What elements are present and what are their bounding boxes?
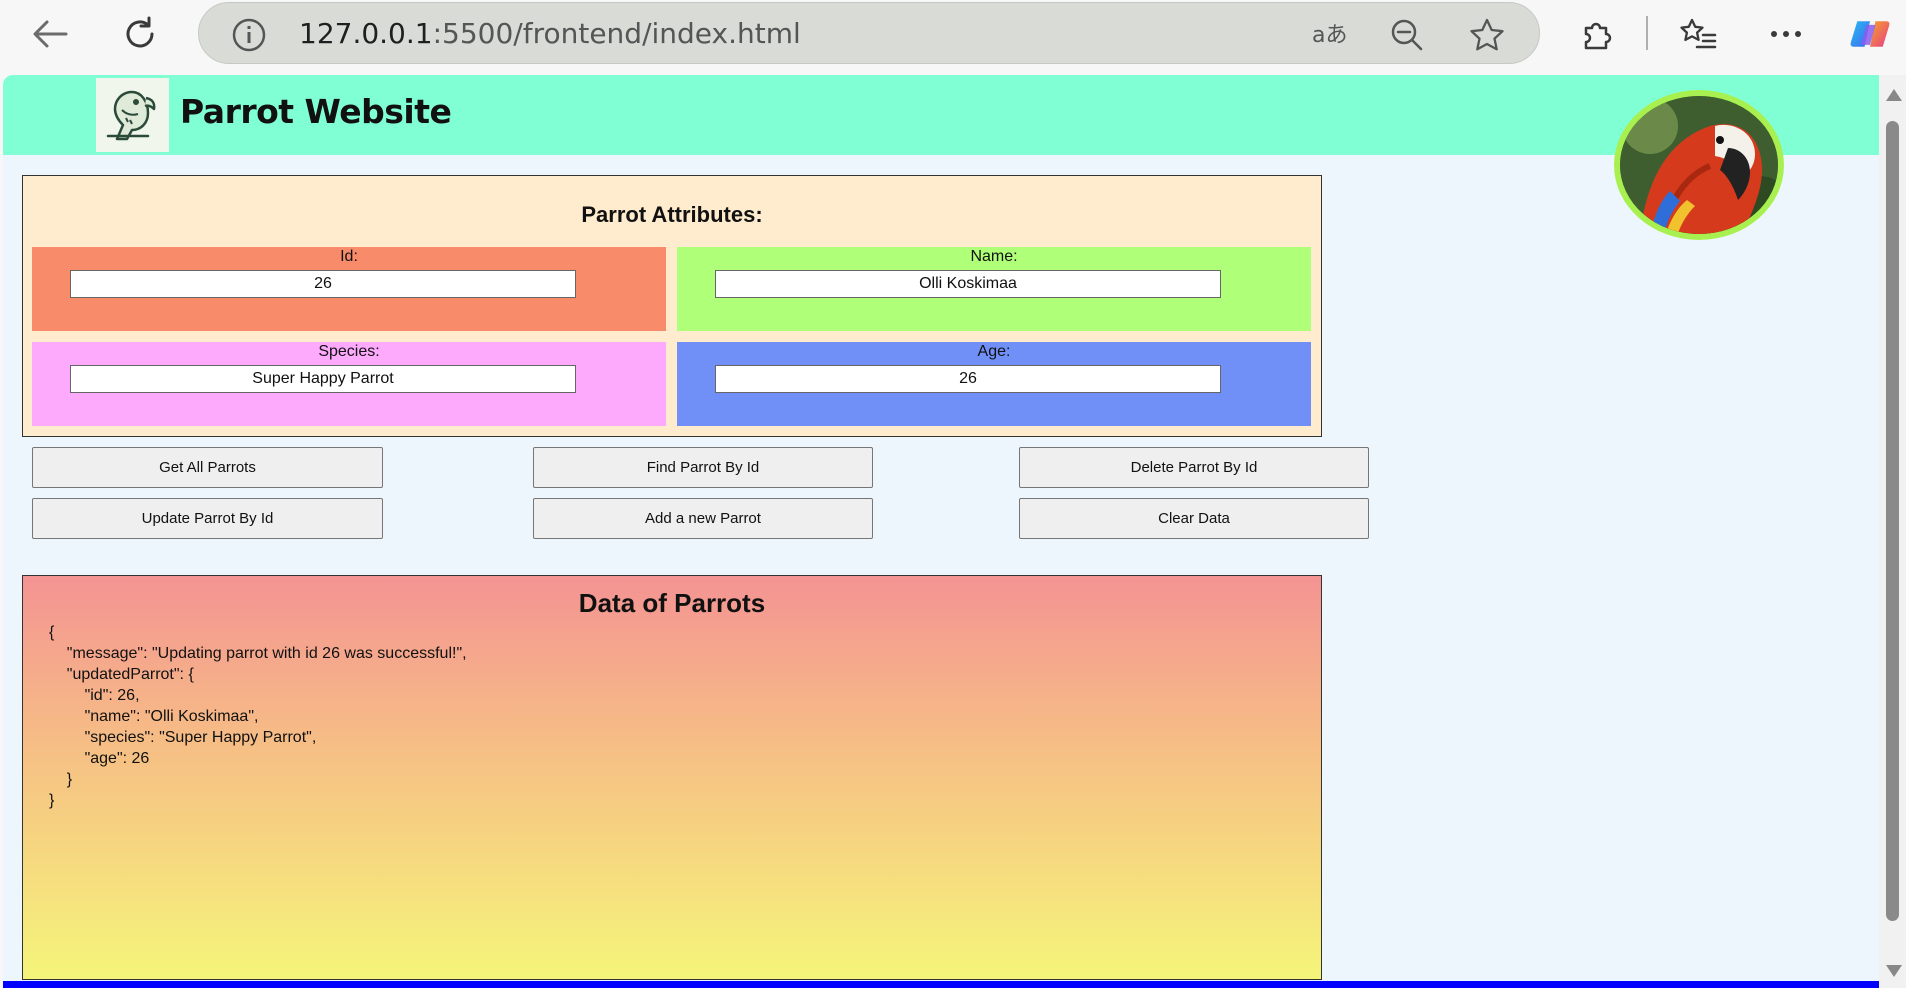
parrot-avatar [1614, 90, 1784, 240]
parrot-logo-icon [96, 78, 169, 152]
url-text: 127.0.0.1:5500/frontend/index.html [299, 17, 801, 50]
extensions-icon[interactable] [1578, 14, 1618, 54]
age-label: Age: [977, 343, 1011, 360]
scroll-down-arrow-icon[interactable] [1886, 965, 1902, 977]
back-icon[interactable] [30, 14, 70, 54]
name-field-box: Name: [677, 247, 1311, 331]
id-field-box: Id: [32, 247, 666, 331]
age-input[interactable] [715, 365, 1221, 393]
favorites-list-icon[interactable] [1678, 14, 1718, 54]
scroll-up-arrow-icon[interactable] [1886, 89, 1902, 101]
data-json-output: { "message": "Updating parrot with id 26… [49, 624, 467, 809]
find-parrot-by-id-button[interactable]: Find Parrot By Id [533, 447, 873, 488]
name-input[interactable] [715, 270, 1221, 298]
update-parrot-by-id-button[interactable]: Update Parrot By Id [32, 498, 383, 539]
add-new-parrot-button[interactable]: Add a new Parrot [533, 498, 873, 539]
zoom-out-icon[interactable] [1389, 17, 1425, 53]
favorite-star-icon[interactable] [1469, 17, 1505, 53]
more-options-icon[interactable] [1766, 14, 1806, 54]
get-all-parrots-button[interactable]: Get All Parrots [32, 447, 383, 488]
parrot-attributes-panel: Parrot Attributes: Id: Name: Species: Ag… [22, 175, 1322, 437]
site-title: Parrot Website [180, 92, 452, 131]
attributes-title: Parrot Attributes: [581, 202, 763, 227]
id-label: Id: [340, 248, 358, 265]
data-title: Data of Parrots [578, 588, 766, 618]
address-bar[interactable]: 127.0.0.1:5500/frontend/index.html aあ [198, 2, 1540, 64]
site-header: Parrot Website [3, 75, 1879, 155]
species-label: Species: [318, 343, 380, 360]
species-field-box: Species: [32, 342, 666, 426]
id-input[interactable] [70, 270, 576, 298]
clear-data-button[interactable]: Clear Data [1019, 498, 1369, 539]
name-label: Name: [970, 248, 1018, 265]
page-scrollbar[interactable] [1879, 75, 1906, 988]
info-icon[interactable] [231, 17, 267, 53]
page-viewport: Parrot Website Parrot Attributes: Id: Na… [3, 75, 1879, 988]
toolbar-divider [1646, 16, 1648, 50]
data-of-parrots-panel: Data of Parrots { "message": "Updating p… [22, 575, 1322, 980]
url-host: 127.0.0.1 [299, 17, 433, 50]
read-aloud-icon[interactable]: aあ [1309, 17, 1355, 53]
delete-parrot-by-id-button[interactable]: Delete Parrot By Id [1019, 447, 1369, 488]
url-path: :5500/frontend/index.html [432, 17, 801, 50]
page-bottom-bar [3, 981, 1879, 988]
copilot-icon[interactable] [1850, 14, 1890, 54]
species-input[interactable] [70, 365, 576, 393]
browser-toolbar: 127.0.0.1:5500/frontend/index.html aあ [0, 0, 1906, 75]
reload-icon[interactable] [120, 14, 160, 54]
scroll-thumb[interactable] [1886, 121, 1899, 921]
svg-text:aあ: aあ [1312, 23, 1347, 48]
age-field-box: Age: [677, 342, 1311, 426]
